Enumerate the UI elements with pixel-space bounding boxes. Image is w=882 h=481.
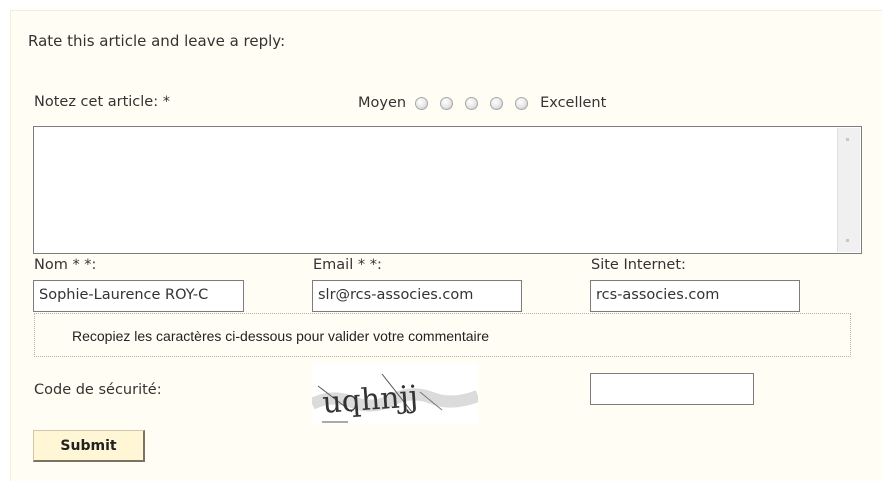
captcha-instruction-box: Recopiez les caractères ci-dessous pour … bbox=[34, 313, 851, 357]
captcha-image: uqhnjj bbox=[312, 364, 478, 424]
rating-label: Notez cet article: * bbox=[34, 94, 170, 110]
website-input[interactable]: rcs-associes.com bbox=[590, 280, 800, 312]
captcha-text: uqhnjj bbox=[321, 379, 419, 421]
rating-radio-5[interactable] bbox=[515, 96, 529, 110]
captcha-instruction: Recopiez les caractères ci-dessous pour … bbox=[72, 328, 490, 344]
rating-high-label: Excellent bbox=[540, 95, 607, 111]
email-input[interactable]: slr@rcs-associes.com bbox=[312, 280, 522, 312]
submit-button[interactable]: Submit bbox=[33, 430, 145, 462]
rating-radio-1[interactable] bbox=[415, 96, 429, 110]
website-label: Site Internet: bbox=[591, 257, 686, 273]
rating-radio-2[interactable] bbox=[440, 96, 454, 110]
email-label: Email * *: bbox=[313, 257, 382, 273]
rating-radio-4[interactable] bbox=[490, 96, 504, 110]
name-label: Nom * *: bbox=[34, 257, 97, 273]
scroll-up-icon[interactable] bbox=[846, 138, 849, 141]
rating-low-label: Moyen bbox=[358, 95, 407, 111]
captcha-label: Code de sécurité: bbox=[34, 382, 162, 398]
comment-textarea[interactable] bbox=[33, 126, 862, 254]
rating-radio-3[interactable] bbox=[465, 96, 479, 110]
comment-scrollbar[interactable] bbox=[837, 128, 860, 252]
captcha-input[interactable] bbox=[590, 373, 754, 405]
scroll-down-icon[interactable] bbox=[846, 239, 849, 242]
name-input[interactable]: Sophie-Laurence ROY-C bbox=[33, 280, 244, 312]
rating-group: Moyen Excellent bbox=[358, 92, 606, 114]
form-heading: Rate this article and leave a reply: bbox=[28, 32, 286, 50]
